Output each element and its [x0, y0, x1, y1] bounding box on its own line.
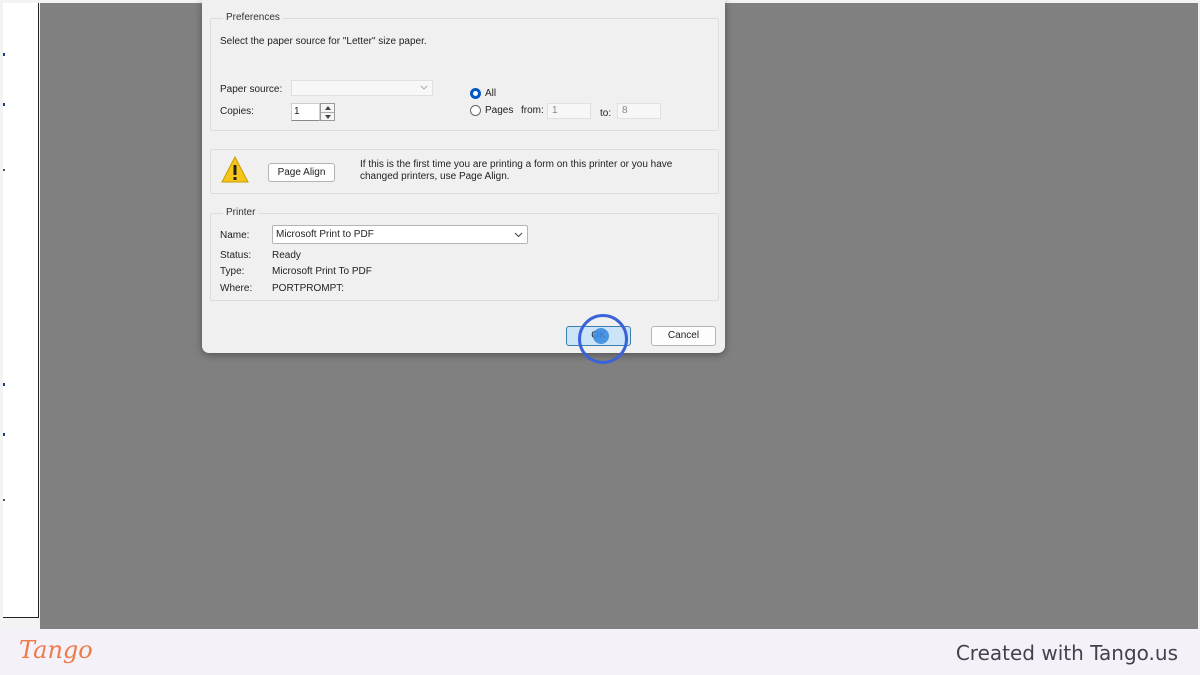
screen: Preferences Select the paper source for … [0, 0, 1200, 629]
document-text-fragment [3, 433, 5, 436]
from-label: from: [521, 105, 544, 116]
printer-name-value: Microsoft Print to PDF [276, 229, 374, 240]
chevron-down-icon [420, 85, 428, 90]
document-page-edge [3, 3, 39, 618]
range-all-radio[interactable] [470, 88, 481, 99]
spin-down-button[interactable] [321, 112, 334, 121]
printer-status-label: Status: [220, 250, 252, 261]
copies-label: Copies: [220, 106, 254, 117]
printer-group: Printer Name: Microsoft Print to PDF Sta… [210, 207, 719, 301]
printer-status-value: Ready [272, 250, 301, 261]
paper-source-select[interactable] [291, 80, 433, 96]
range-pages-radio[interactable] [470, 105, 481, 116]
paper-source-instruction: Select the paper source for "Letter" siz… [220, 36, 427, 47]
range-all-label: All [485, 88, 497, 99]
document-text-fragment [3, 169, 5, 171]
document-text-fragment [3, 103, 5, 106]
document-text-fragment [3, 53, 5, 56]
printer-where-label: Where: [220, 283, 253, 294]
printer-where-value: PORTPROMPT: [272, 283, 345, 294]
page-align-button[interactable]: Page Align [268, 163, 335, 182]
print-dialog: Preferences Select the paper source for … [202, 0, 725, 353]
spin-up-button[interactable] [321, 104, 334, 112]
from-input[interactable]: 1 [547, 103, 591, 119]
paper-source-label: Paper source: [220, 84, 283, 95]
copies-spinner[interactable] [320, 103, 335, 121]
click-indicator-ring [578, 314, 628, 364]
preferences-legend: Preferences [223, 12, 283, 23]
warning-triangle-icon [221, 156, 249, 183]
cancel-button[interactable]: Cancel [651, 326, 716, 346]
tango-footer: Tango Created with Tango.us [0, 629, 1200, 675]
printer-name-label: Name: [220, 230, 250, 241]
page-align-message: If this is the first time you are printi… [360, 159, 673, 182]
triangle-down-icon [324, 115, 331, 119]
to-input[interactable]: 8 [617, 103, 661, 119]
chevron-down-icon [514, 232, 523, 238]
to-value: 8 [622, 105, 628, 116]
tango-logo: Tango [19, 636, 93, 664]
printer-legend: Printer [223, 207, 259, 218]
preferences-group: Preferences Select the paper source for … [210, 12, 719, 131]
printer-type-value: Microsoft Print To PDF [272, 266, 372, 277]
copies-input[interactable]: 1 [291, 103, 320, 121]
from-value: 1 [552, 105, 558, 116]
document-text-fragment [3, 383, 5, 386]
created-with-credit: Created with Tango.us [955, 641, 1178, 665]
page-align-group: Page Align If this is the first time you… [210, 149, 719, 194]
cancel-button-label: Cancel [667, 330, 700, 341]
to-label: to: [600, 108, 612, 119]
printer-name-select[interactable]: Microsoft Print to PDF [272, 225, 528, 244]
copies-value: 1 [294, 106, 300, 117]
range-pages-label: Pages [485, 105, 514, 116]
document-text-fragment [3, 499, 5, 501]
triangle-up-icon [324, 106, 331, 110]
page-align-button-label: Page Align [277, 167, 326, 178]
printer-type-label: Type: [220, 266, 245, 277]
